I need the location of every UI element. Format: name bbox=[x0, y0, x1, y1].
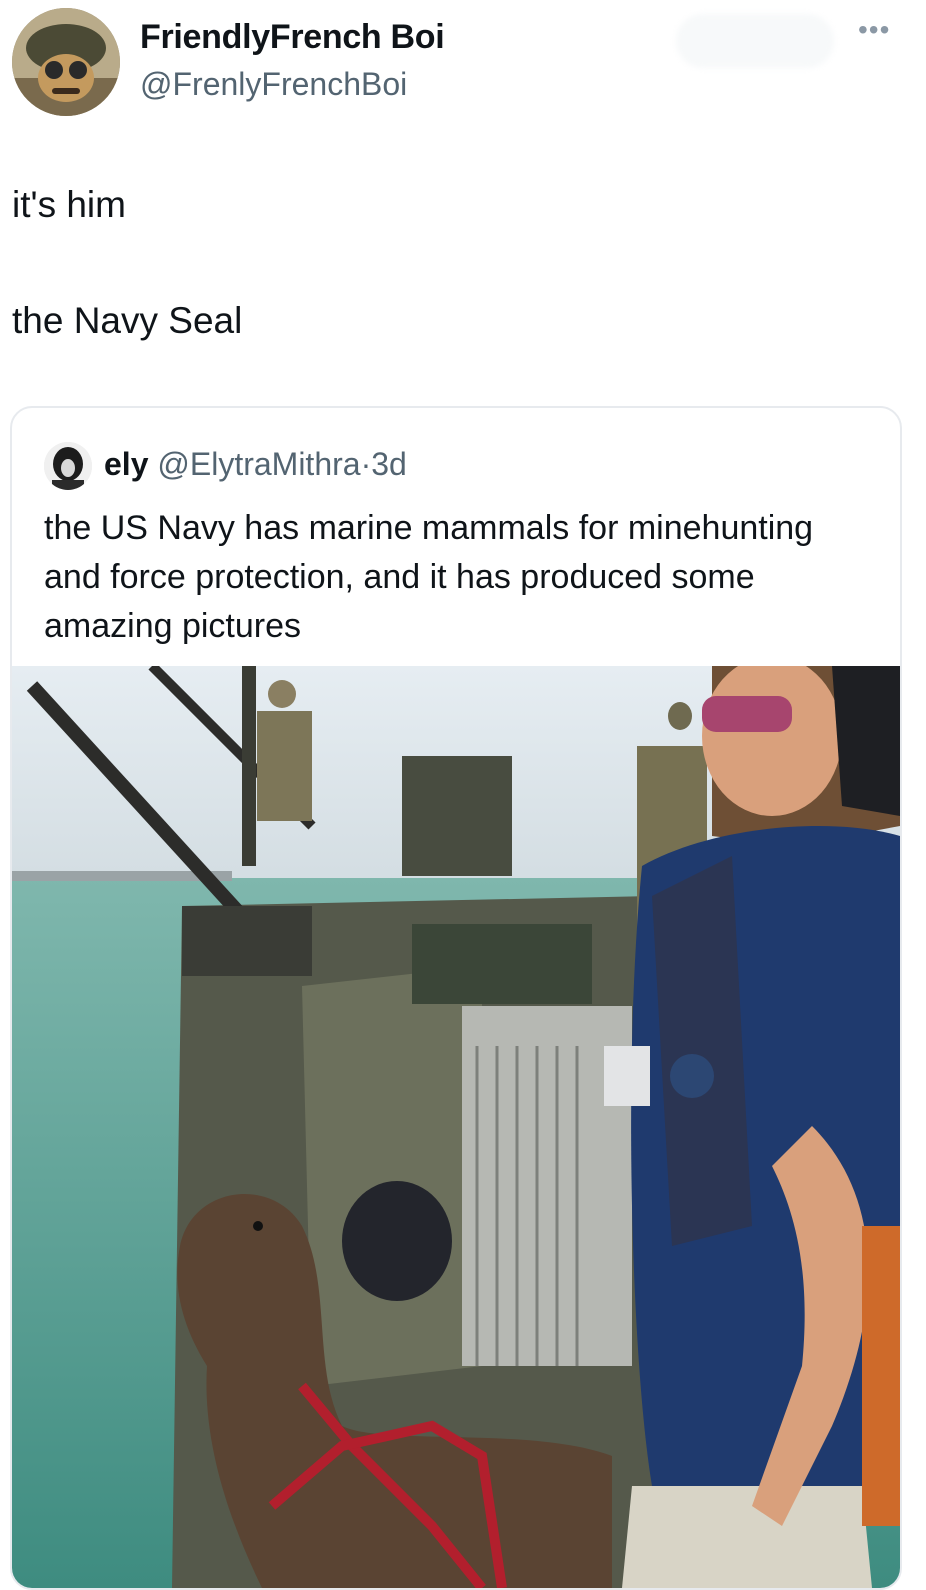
author-name[interactable]: FriendlyFrench Boi bbox=[140, 18, 445, 57]
quoted-author-name[interactable]: ely bbox=[104, 446, 148, 482]
tweet-text-line-2: the Navy Seal bbox=[12, 300, 243, 341]
quoted-author-avatar bbox=[44, 442, 92, 490]
quoted-author-handle[interactable]: @ElytraMithra bbox=[157, 446, 360, 482]
quoted-header: ely @ElytraMithra·3d bbox=[104, 446, 407, 483]
quoted-tweet-card[interactable]: ely @ElytraMithra·3d the US Navy has mar… bbox=[10, 406, 902, 1590]
tweet-text-line-1: it's him bbox=[12, 184, 126, 225]
blurred-follow-button[interactable] bbox=[676, 14, 834, 68]
quoted-tweet-photo[interactable] bbox=[12, 666, 900, 1588]
quoted-timestamp[interactable]: 3d bbox=[371, 446, 407, 482]
quoted-separator: · bbox=[360, 446, 372, 482]
quoted-avatar-image bbox=[44, 442, 92, 490]
more-horizontal-icon[interactable]: ••• bbox=[858, 14, 890, 46]
quoted-tweet-body: the US Navy has marine mammals for mineh… bbox=[44, 509, 814, 645]
avatar-image bbox=[12, 8, 120, 116]
author-avatar[interactable] bbox=[12, 8, 120, 116]
author-handle[interactable]: @FrenlyFrenchBoi bbox=[140, 66, 407, 103]
